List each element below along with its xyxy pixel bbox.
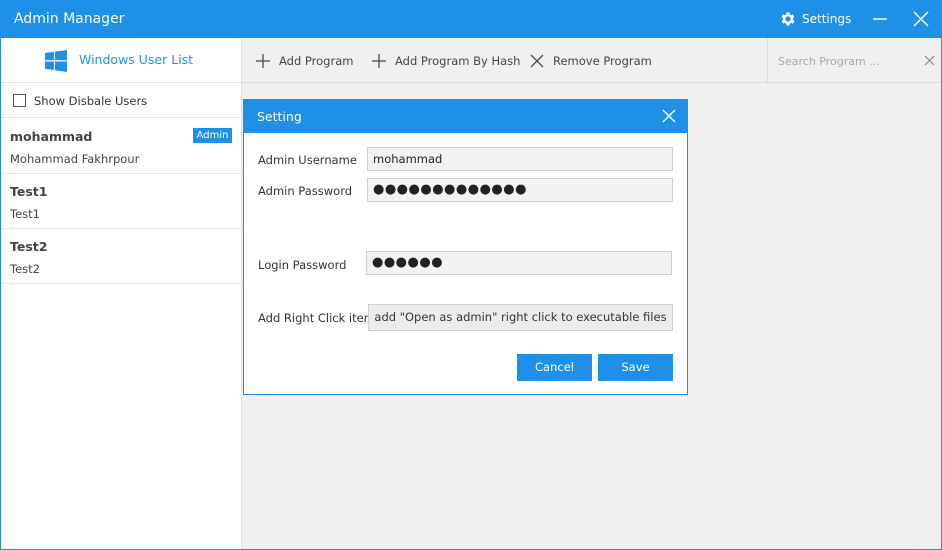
settings-label: Settings xyxy=(802,12,852,26)
user-item-mohammad[interactable]: mohammad Admin Mohammad Fakhrpour xyxy=(1,119,241,174)
search-box xyxy=(767,38,941,83)
add-program-button[interactable]: Add Program xyxy=(255,51,353,71)
admin-badge: Admin xyxy=(193,128,232,143)
close-icon xyxy=(530,54,544,68)
setting-dialog: Setting Admin Username mohammad Admin Pa… xyxy=(243,99,688,395)
remove-program-button[interactable]: Remove Program xyxy=(529,51,652,71)
dialog-title: Setting xyxy=(257,109,302,124)
close-icon xyxy=(913,11,929,27)
dialog-header: Setting xyxy=(244,100,687,133)
user-username: Test1 xyxy=(10,184,48,199)
sidebar: Windows User List Show Disbale Users moh… xyxy=(1,38,242,549)
plus-icon xyxy=(256,54,270,68)
right-click-label: Add Right Click item xyxy=(258,311,375,325)
show-disabled-row: Show Disbale Users xyxy=(1,83,241,118)
gear-icon xyxy=(781,12,795,26)
plus-icon xyxy=(372,54,386,68)
add-program-by-hash-label: Add Program By Hash xyxy=(395,54,521,68)
user-full-name: Mohammad Fakhrpour xyxy=(10,152,140,166)
cancel-button[interactable]: Cancel xyxy=(517,354,592,381)
remove-program-label: Remove Program xyxy=(553,54,652,68)
app-title: Admin Manager xyxy=(14,11,125,27)
admin-username-field[interactable]: mohammad xyxy=(367,147,673,171)
minimize-icon xyxy=(873,18,887,20)
login-password-field[interactable]: ●●●●●● xyxy=(366,251,672,275)
save-button[interactable]: Save xyxy=(598,354,673,381)
add-program-label: Add Program xyxy=(279,54,354,68)
close-window-button[interactable] xyxy=(911,9,931,29)
user-username: mohammad xyxy=(10,129,93,144)
sidebar-header: Windows User List xyxy=(1,38,241,83)
add-right-click-button[interactable]: add "Open as admin" right click to execu… xyxy=(368,304,673,331)
user-full-name: Test1 xyxy=(10,207,40,221)
user-full-name: Test2 xyxy=(10,262,40,276)
show-disabled-checkbox[interactable] xyxy=(13,94,26,107)
user-item-test1[interactable]: Test1 Test1 xyxy=(1,174,241,229)
admin-password-label: Admin Password xyxy=(258,184,353,198)
user-username: Test2 xyxy=(10,239,48,254)
search-input[interactable] xyxy=(778,52,918,70)
login-password-label: Login Password xyxy=(258,258,347,272)
toolbar: Add Program Add Program By Hash Remove P… xyxy=(242,38,941,83)
title-bar: Admin Manager Settings xyxy=(0,0,942,38)
settings-button[interactable]: Settings xyxy=(779,9,851,29)
windows-logo-icon xyxy=(45,50,67,72)
add-program-by-hash-button[interactable]: Add Program By Hash xyxy=(371,51,520,71)
minimize-button[interactable] xyxy=(870,9,890,29)
show-disabled-label[interactable]: Show Disbale Users xyxy=(34,94,147,108)
clear-search-icon[interactable] xyxy=(924,55,935,66)
admin-password-field[interactable]: ●●●●●●●●●●●●● xyxy=(367,178,673,202)
sidebar-title: Windows User List xyxy=(79,52,194,67)
user-item-test2[interactable]: Test2 Test2 xyxy=(1,229,241,284)
admin-username-label: Admin Username xyxy=(258,153,357,167)
close-icon[interactable] xyxy=(662,109,676,123)
